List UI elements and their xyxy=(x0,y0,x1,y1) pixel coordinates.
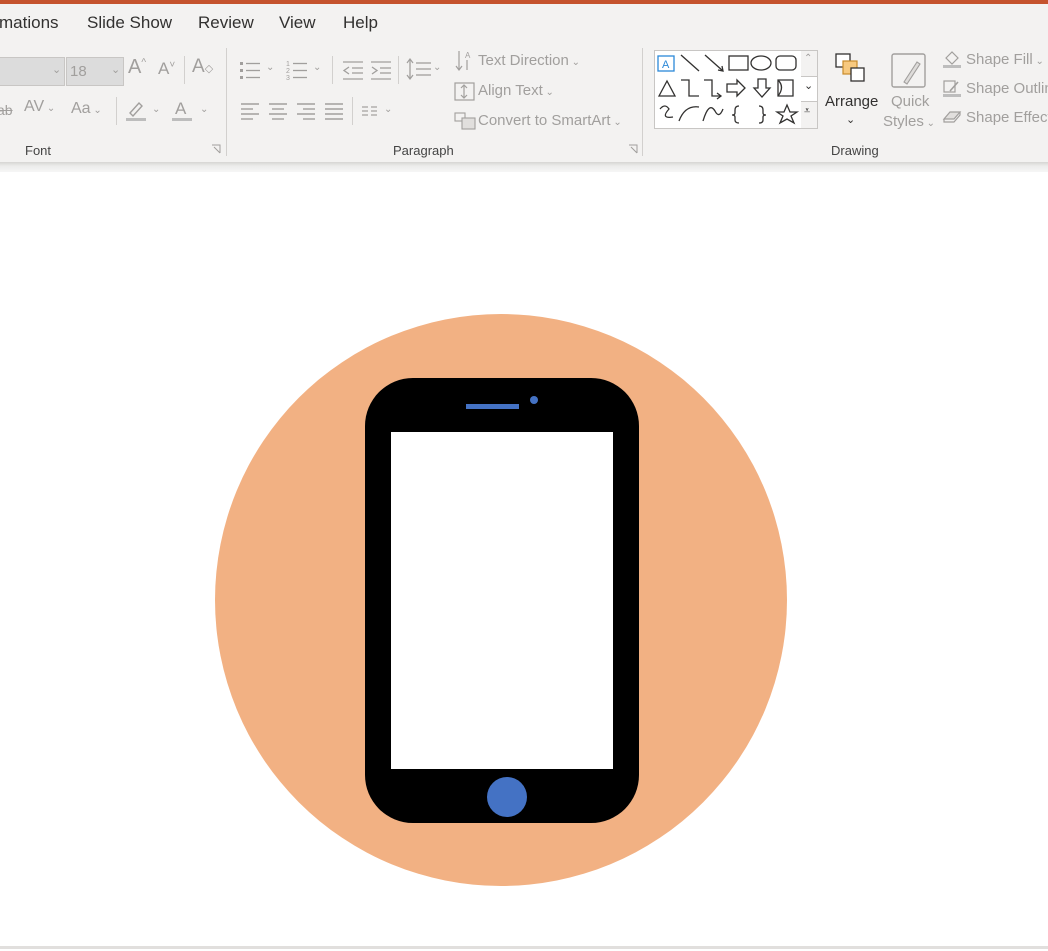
chevron-down-icon[interactable]: ⌄ xyxy=(313,62,321,73)
increase-indent-icon[interactable] xyxy=(370,60,392,80)
quick-styles-label-2-text: Styles xyxy=(883,113,924,130)
font-dialog-launcher-icon[interactable] xyxy=(211,144,221,154)
paragraph-group-label: Paragraph xyxy=(393,143,454,158)
slide-artwork xyxy=(215,314,787,886)
phone-camera-shape[interactable] xyxy=(530,396,538,404)
font-color-icon[interactable]: A xyxy=(171,98,193,122)
gallery-scroll-down-button[interactable]: ⌄ xyxy=(801,76,817,102)
arrange-icon xyxy=(835,53,865,82)
gallery-scroll-down-icon: ⌄ xyxy=(804,80,814,92)
chevron-down-icon[interactable]: ⌄ xyxy=(433,62,441,73)
gallery-more-icon[interactable]: ⩡ xyxy=(804,105,810,118)
phone-home-button-shape[interactable] xyxy=(487,777,527,817)
shapes-gallery[interactable]: A xyxy=(654,50,803,129)
gallery-scroll-up-icon[interactable]: ⌃ xyxy=(804,53,812,64)
line-spacing-icon[interactable] xyxy=(406,58,432,80)
tab-help[interactable]: Help xyxy=(343,13,378,33)
text-direction-icon[interactable]: A xyxy=(455,50,475,72)
change-case-label: Aa xyxy=(71,100,91,117)
svg-text:1: 1 xyxy=(286,61,290,68)
tab-review[interactable]: Review xyxy=(198,13,254,33)
align-text-label: Align Text xyxy=(478,82,543,99)
text-direction-label: Text Direction xyxy=(478,52,569,69)
convert-smartart-button[interactable]: Convert to SmartArt ⌄ xyxy=(478,112,622,129)
svg-text:A: A xyxy=(175,99,187,118)
align-right-icon[interactable] xyxy=(296,102,316,120)
clear-format-icon[interactable]: A◇ xyxy=(192,56,213,78)
columns-icon[interactable] xyxy=(361,105,379,117)
align-text-button[interactable]: Align Text ⌄ xyxy=(478,82,554,99)
tab-slide-show[interactable]: Slide Show xyxy=(87,13,172,33)
chevron-down-icon[interactable]: ⌄ xyxy=(152,104,160,115)
svg-text:3: 3 xyxy=(286,75,290,80)
slide-canvas[interactable] xyxy=(0,172,1048,946)
bullets-icon[interactable] xyxy=(239,60,261,80)
paragraph-dialog-launcher-icon[interactable] xyxy=(628,144,638,154)
quick-styles-label-2: Styles ⌄ xyxy=(883,113,936,130)
align-center-icon[interactable] xyxy=(268,102,288,120)
chevron-down-icon: ⌄ xyxy=(111,64,121,76)
ribbon: ⌄ 18 ⌄ A^ A˅ A◇ ab AV ⌄ Aa ⌄ ⌄ A ⌄ Font … xyxy=(0,42,1048,162)
shape-effects-button[interactable]: Shape Effect xyxy=(966,109,1048,126)
smartart-icon[interactable] xyxy=(454,112,476,130)
text-direction-button[interactable]: Text Direction ⌄ xyxy=(478,52,580,69)
chevron-down-icon[interactable]: ⌄ xyxy=(200,104,208,115)
shapes-gallery-scroll[interactable]: ⌃ ⌄ ⩡ xyxy=(801,50,818,129)
tab-animations[interactable]: mations xyxy=(0,13,59,33)
shape-fill-label: Shape Fill xyxy=(966,51,1033,68)
align-text-icon[interactable] xyxy=(454,82,475,101)
shape-outline-button[interactable]: Shape Outlin xyxy=(966,80,1048,97)
numbering-icon[interactable]: 123 xyxy=(286,60,308,80)
phone-screen-shape[interactable] xyxy=(391,432,613,769)
quick-styles-icon xyxy=(891,53,926,88)
menu-bar: mations Slide Show Review View Help xyxy=(0,4,1048,42)
font-size-dropdown[interactable]: 18 ⌄ xyxy=(66,57,124,86)
svg-text:2: 2 xyxy=(286,68,290,75)
ribbon-shadow xyxy=(0,162,1048,172)
drawing-group-label: Drawing xyxy=(831,143,879,158)
arrange-button[interactable]: Arrange ⌄ xyxy=(822,50,880,130)
shape-fill-icon[interactable] xyxy=(942,50,962,68)
convert-smartart-label: Convert to SmartArt xyxy=(478,112,611,129)
font-grow-icon[interactable]: A^ xyxy=(128,56,146,79)
quick-styles-button[interactable]: Quick Styles ⌄ xyxy=(882,50,936,132)
shape-outline-icon[interactable] xyxy=(942,79,962,97)
phone-speaker-shape[interactable] xyxy=(466,404,519,409)
font-shrink-icon[interactable]: A˅ xyxy=(158,59,175,79)
font-size-value: 18 xyxy=(70,63,87,80)
decrease-indent-icon[interactable] xyxy=(342,60,364,80)
shape-fill-button[interactable]: Shape Fill ⌄ xyxy=(966,51,1044,68)
highlight-icon[interactable] xyxy=(125,98,147,122)
chevron-down-icon[interactable]: ⌄ xyxy=(384,104,392,115)
chevron-down-icon: ⌄ xyxy=(846,114,856,126)
change-case-icon[interactable]: Aa ⌄ xyxy=(71,100,102,118)
svg-text:A: A xyxy=(465,51,471,60)
tab-view[interactable]: View xyxy=(279,13,316,33)
font-group-label: Font xyxy=(25,143,52,158)
align-left-icon[interactable] xyxy=(240,102,260,120)
chevron-down-icon: ⌄ xyxy=(52,64,62,76)
strikethrough-icon[interactable]: ab xyxy=(0,102,13,118)
font-name-dropdown[interactable]: ⌄ xyxy=(0,57,65,86)
svg-text:A: A xyxy=(662,59,670,71)
shape-effects-icon[interactable] xyxy=(942,109,962,125)
quick-styles-label-1: Quick xyxy=(891,93,930,110)
shapes-gallery-grid: A xyxy=(657,54,800,125)
chevron-down-icon[interactable]: ⌄ xyxy=(266,62,274,73)
spacing-label: AV xyxy=(24,98,45,115)
character-spacing-icon[interactable]: AV ⌄ xyxy=(24,98,55,116)
justify-icon[interactable] xyxy=(324,102,344,120)
arrange-label: Arrange xyxy=(825,93,879,110)
